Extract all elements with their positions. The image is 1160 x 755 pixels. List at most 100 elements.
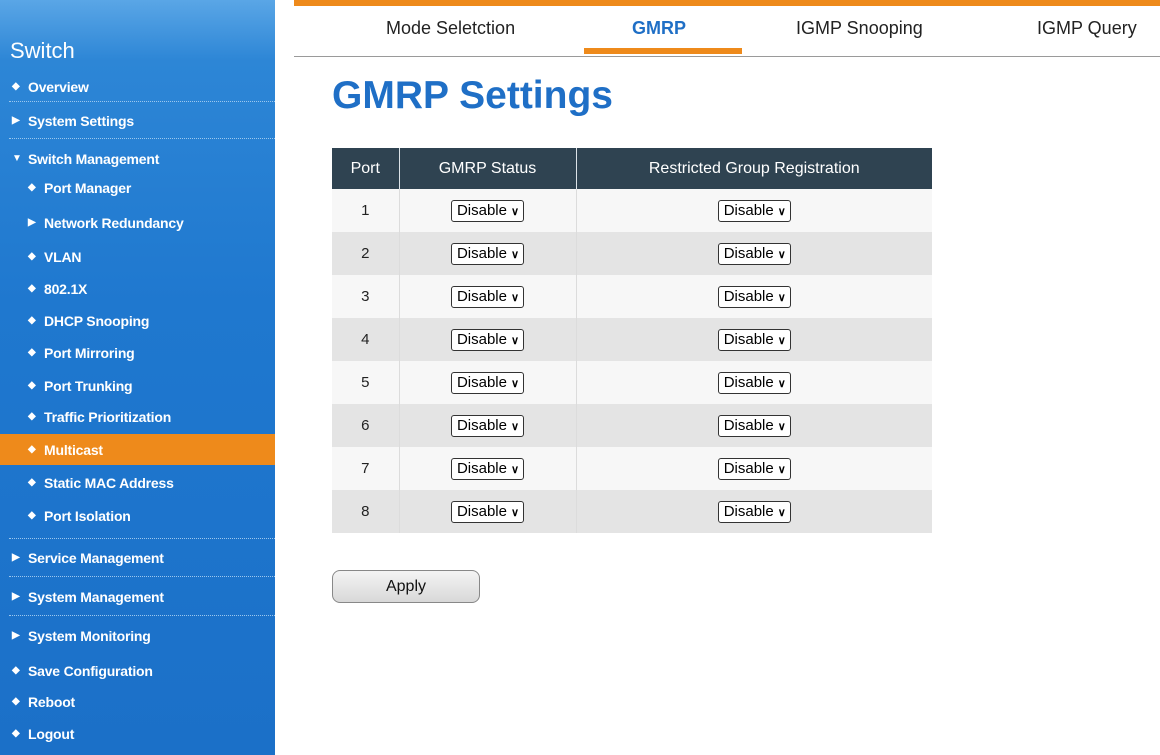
gmrp-status-select[interactable]: Disable ∨	[450, 457, 525, 480]
nav-port-mirroring[interactable]: ◆ Port Mirroring	[0, 337, 275, 368]
nav-network-redundancy[interactable]: ▶ Network Redundancy	[0, 207, 275, 238]
port-number: 6	[332, 404, 400, 447]
gmrp-status-select[interactable]: Disable ∨	[450, 500, 525, 523]
nav-label: Reboot	[28, 693, 76, 710]
chevron-down-icon: ∨	[777, 291, 786, 304]
nav-label: Traffic Prioritization	[44, 408, 172, 425]
restricted-cell: Disable ∨	[576, 232, 932, 275]
nav-label: Logout	[28, 725, 75, 742]
selected-value: Disable	[456, 502, 507, 520]
restricted-group-registration-select[interactable]: Disable ∨	[717, 457, 791, 480]
restricted-cell: Disable ∨	[576, 318, 932, 361]
nav-label: Switch Management	[28, 150, 160, 167]
nav-vlan[interactable]: ◆ VLAN	[0, 241, 275, 272]
page-title: GMRP Settings	[332, 74, 613, 117]
port-number: 7	[332, 447, 400, 490]
tab-igmp-query[interactable]: IGMP Query	[1037, 18, 1137, 39]
restricted-cell: Disable ∨	[576, 490, 932, 533]
divider	[9, 538, 275, 540]
gmrp-status-cell: Disable ∨	[399, 232, 577, 275]
nav-label: Overview	[28, 78, 89, 95]
port-number: 8	[332, 490, 400, 533]
chevron-down-icon: ∨	[777, 463, 786, 476]
nav-multicast[interactable]: ◆ Multicast	[0, 434, 275, 465]
diamond-bullet-icon: ◆	[12, 728, 20, 739]
restricted-group-registration-select[interactable]: Disable ∨	[717, 414, 791, 437]
nav-dhcp-snooping[interactable]: ◆ DHCP Snooping	[0, 305, 275, 336]
nav-logout[interactable]: ◆ Logout	[0, 718, 275, 749]
port-number: 3	[332, 275, 400, 318]
table-row: 4 Disable ∨ Disable ∨	[332, 318, 932, 361]
restricted-group-registration-select[interactable]: Disable ∨	[717, 500, 791, 523]
nav-traffic-prioritization[interactable]: ◆ Traffic Prioritization	[0, 401, 275, 432]
nav-service-management[interactable]: ▶ Service Management	[0, 542, 275, 573]
nav-system-management[interactable]: ▶ System Management	[0, 581, 275, 612]
tab-igmp-snooping[interactable]: IGMP Snooping	[796, 18, 923, 39]
diamond-bullet-icon: ◆	[28, 411, 36, 422]
diamond-bullet-icon: ◆	[28, 283, 36, 294]
gmrp-status-select[interactable]: Disable ∨	[450, 328, 525, 351]
nav-port-isolation[interactable]: ◆ Port Isolation	[0, 500, 275, 531]
tab-bar: Mode Seletction GMRP IGMP Snooping IGMP …	[294, 6, 1160, 57]
chevron-down-icon: ∨	[777, 506, 786, 519]
gmrp-settings-table: Port GMRP Status Restricted Group Regist…	[332, 148, 932, 533]
nav-label: Port Manager	[44, 179, 132, 196]
nav-system-monitoring[interactable]: ▶ System Monitoring	[0, 620, 275, 651]
restricted-group-registration-select[interactable]: Disable ∨	[717, 371, 791, 394]
apply-button[interactable]: Apply	[332, 570, 480, 603]
chevron-down-icon: ∨	[510, 420, 520, 433]
chevron-down-icon: ∨	[510, 248, 520, 261]
gmrp-status-select[interactable]: Disable ∨	[450, 242, 525, 265]
nav-overview[interactable]: ◆ Overview	[0, 71, 275, 102]
selected-value: Disable	[723, 459, 774, 477]
triangle-right-icon: ▶	[28, 217, 36, 228]
selected-value: Disable	[456, 459, 507, 477]
nav-802-1x[interactable]: ◆ 802.1X	[0, 273, 275, 304]
chevron-down-icon: ∨	[777, 377, 786, 390]
tab-mode-selection[interactable]: Mode Seletction	[386, 18, 515, 39]
chevron-down-icon: ∨	[777, 248, 786, 261]
restricted-cell: Disable ∨	[576, 447, 932, 490]
nav-switch-management[interactable]: ▼ Switch Management	[0, 143, 275, 174]
triangle-right-icon: ▶	[12, 630, 20, 641]
nav-label: System Management	[28, 588, 164, 605]
table-row: 1 Disable ∨ Disable ∨	[332, 189, 932, 232]
nav-static-mac-address[interactable]: ◆ Static MAC Address	[0, 467, 275, 498]
restricted-group-registration-select[interactable]: Disable ∨	[717, 242, 791, 265]
gmrp-status-select[interactable]: Disable ∨	[450, 371, 525, 394]
selected-value: Disable	[723, 244, 774, 262]
chevron-down-icon: ∨	[510, 506, 520, 519]
selected-value: Disable	[723, 502, 774, 520]
column-header-gmrp-status: GMRP Status	[399, 148, 577, 189]
nav-port-trunking[interactable]: ◆ Port Trunking	[0, 370, 275, 401]
table-row: 5 Disable ∨ Disable ∨	[332, 361, 932, 404]
tab-gmrp[interactable]: GMRP	[632, 18, 686, 39]
gmrp-status-cell: Disable ∨	[399, 490, 577, 533]
nav-reboot[interactable]: ◆ Reboot	[0, 686, 275, 717]
sidebar-title: Switch	[10, 38, 75, 63]
gmrp-status-select[interactable]: Disable ∨	[450, 414, 525, 437]
nav-port-manager[interactable]: ◆ Port Manager	[0, 172, 275, 203]
table-row: 2 Disable ∨ Disable ∨	[332, 232, 932, 275]
nav-system-settings[interactable]: ▶ System Settings	[0, 105, 275, 136]
nav-label: Service Management	[28, 549, 164, 566]
port-number: 4	[332, 318, 400, 361]
restricted-group-registration-select[interactable]: Disable ∨	[717, 328, 791, 351]
nav-save-configuration[interactable]: ◆ Save Configuration	[0, 655, 275, 686]
chevron-down-icon: ∨	[777, 205, 786, 218]
restricted-cell: Disable ∨	[576, 404, 932, 447]
selected-value: Disable	[723, 330, 774, 348]
gmrp-status-cell: Disable ∨	[399, 275, 577, 318]
chevron-down-icon: ∨	[510, 463, 520, 476]
restricted-group-registration-select[interactable]: Disable ∨	[717, 285, 791, 308]
nav-label: System Settings	[28, 112, 134, 129]
gmrp-status-select[interactable]: Disable ∨	[450, 285, 525, 308]
selected-value: Disable	[723, 201, 774, 219]
restricted-cell: Disable ∨	[576, 361, 932, 404]
port-number: 5	[332, 361, 400, 404]
table-header-row: Port GMRP Status Restricted Group Regist…	[332, 148, 932, 189]
gmrp-status-select[interactable]: Disable ∨	[450, 199, 525, 222]
diamond-bullet-icon: ◆	[28, 477, 36, 488]
restricted-group-registration-select[interactable]: Disable ∨	[717, 199, 791, 222]
nav-label: Static MAC Address	[44, 474, 174, 491]
